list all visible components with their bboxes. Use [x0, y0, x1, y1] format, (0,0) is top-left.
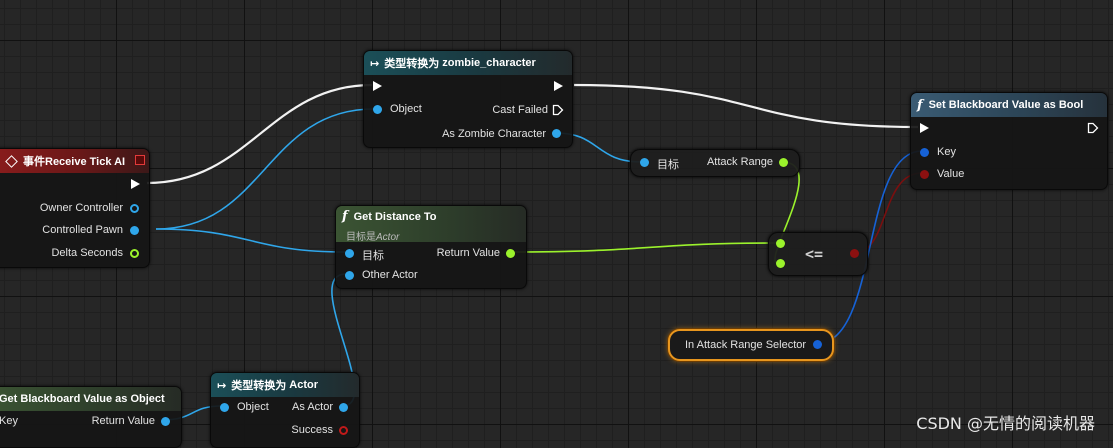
node-header[interactable]: f Set Blackboard Value as Bool — [911, 93, 1107, 117]
pin-label-object: Object — [390, 103, 422, 115]
exec-wire — [573, 83, 919, 129]
return-value-output-pin[interactable] — [506, 249, 515, 258]
less-equal-compare-node[interactable]: <= — [768, 232, 868, 276]
node-subtitle: 目标是Actor — [346, 232, 400, 243]
target-input-pin[interactable] — [640, 158, 649, 167]
exec-out-pin[interactable] — [1087, 122, 1099, 134]
variable-label: In Attack Range Selector — [685, 339, 807, 351]
event-diamond-icon — [5, 154, 18, 168]
object-wire — [155, 228, 347, 253]
cast-arrow-icon: ↦ — [370, 57, 380, 70]
node-title: Get Distance To — [353, 211, 437, 223]
compare-input-a-pin[interactable] — [776, 239, 785, 248]
pin-label-attack-range: Attack Range — [706, 156, 773, 168]
exec-wire — [146, 83, 373, 185]
node-title: 事件Receive Tick AI — [23, 156, 126, 168]
pin-label-return-value: Return Value — [91, 415, 155, 427]
float-wire — [508, 242, 779, 253]
exec-out-pin[interactable] — [131, 179, 140, 189]
owner-controller-output-pin[interactable] — [130, 204, 139, 213]
pin-label-controlled-pawn: Controlled Pawn — [42, 224, 123, 236]
event-delegate-icon[interactable] — [135, 155, 145, 165]
pin-label-as-zombie: As Zombie Character — [442, 128, 546, 140]
node-header[interactable]: ↦ 类型转换为 zombie_character — [364, 51, 572, 75]
node-header[interactable]: 事件Receive Tick AI — [0, 149, 149, 173]
pin-label-key: Key — [937, 146, 956, 158]
node-title-target: Actor — [289, 379, 319, 391]
cast-arrow-icon: ↦ — [217, 379, 227, 392]
exec-in-pin[interactable] — [373, 81, 382, 91]
compare-operator: <= — [805, 245, 824, 263]
node-title-prefix: 类型转换为 — [384, 58, 440, 70]
get-distance-to-node[interactable]: f Get Distance To 目标是Actor 目标 Return Val… — [335, 205, 527, 289]
pin-label-target: 目标 — [362, 250, 384, 262]
pin-label-delta-seconds: Delta Seconds — [51, 247, 123, 259]
exec-in-pin[interactable] — [920, 123, 929, 133]
cast-zombie-character-node[interactable]: ↦ 类型转换为 zombie_character Object Cast Fai… — [363, 50, 573, 148]
node-header[interactable]: ↦ 类型转换为 Actor — [211, 373, 359, 397]
as-actor-output-pin[interactable] — [339, 403, 348, 412]
value-input-pin[interactable] — [920, 170, 929, 179]
delta-seconds-output-pin[interactable] — [130, 249, 139, 258]
pin-label-return-value: Return Value — [436, 247, 500, 259]
attack-range-getter-node[interactable]: 目标 Attack Range — [630, 149, 800, 177]
node-title-prefix: 类型转换为 — [231, 380, 287, 392]
object-input-pin[interactable] — [373, 105, 382, 114]
pin-label-target: 目标 — [657, 159, 679, 171]
compare-output-pin[interactable] — [850, 249, 859, 258]
watermark: CSDN @无情的阅读机器 — [916, 414, 1095, 433]
pin-label-key: Key — [0, 415, 18, 427]
pin-label-cast-failed: Cast Failed — [492, 104, 548, 116]
set-blackboard-bool-node[interactable]: f Set Blackboard Value as Bool Key Value — [910, 92, 1108, 190]
return-value-output-pin[interactable] — [161, 417, 170, 426]
pin-label-as-actor: As Actor — [292, 401, 333, 413]
pin-label-object: Object — [237, 401, 269, 413]
selector-output-pin[interactable] — [813, 340, 822, 349]
pin-label-owner-controller: Owner Controller — [39, 202, 123, 214]
event-receive-tick-node[interactable]: 事件Receive Tick AI Owner Controller Contr… — [0, 148, 150, 268]
key-input-pin[interactable] — [920, 148, 929, 157]
pin-label-success: Success — [291, 424, 333, 436]
controlled-pawn-output-pin[interactable] — [130, 226, 139, 235]
cast-failed-exec-pin[interactable] — [552, 104, 564, 116]
node-header[interactable]: Get Blackboard Value as Object — [0, 387, 181, 411]
node-title-target: zombie_character — [442, 57, 536, 69]
cast-actor-node[interactable]: ↦ 类型转换为 Actor Object As Actor Success — [210, 372, 360, 448]
node-title: Set Blackboard Value as Bool — [928, 99, 1084, 111]
pin-label-other-actor: Other Actor — [362, 269, 418, 281]
function-icon: f — [342, 209, 348, 224]
attack-range-output-pin[interactable] — [779, 158, 788, 167]
pin-label-value: Value — [937, 168, 965, 180]
other-actor-input-pin[interactable] — [345, 271, 354, 280]
as-zombie-output-pin[interactable] — [552, 129, 561, 138]
compare-input-b-pin[interactable] — [776, 259, 785, 268]
exec-out-pin[interactable] — [554, 81, 563, 91]
object-input-pin[interactable] — [220, 403, 229, 412]
success-output-pin[interactable] — [339, 426, 348, 435]
get-blackboard-object-node[interactable]: Get Blackboard Value as Object Key Retur… — [0, 386, 182, 448]
target-input-pin[interactable] — [345, 249, 354, 258]
in-attack-range-selector-node[interactable]: In Attack Range Selector — [668, 329, 834, 361]
node-title: Get Blackboard Value as Object — [0, 393, 165, 405]
function-icon: f — [917, 97, 923, 113]
